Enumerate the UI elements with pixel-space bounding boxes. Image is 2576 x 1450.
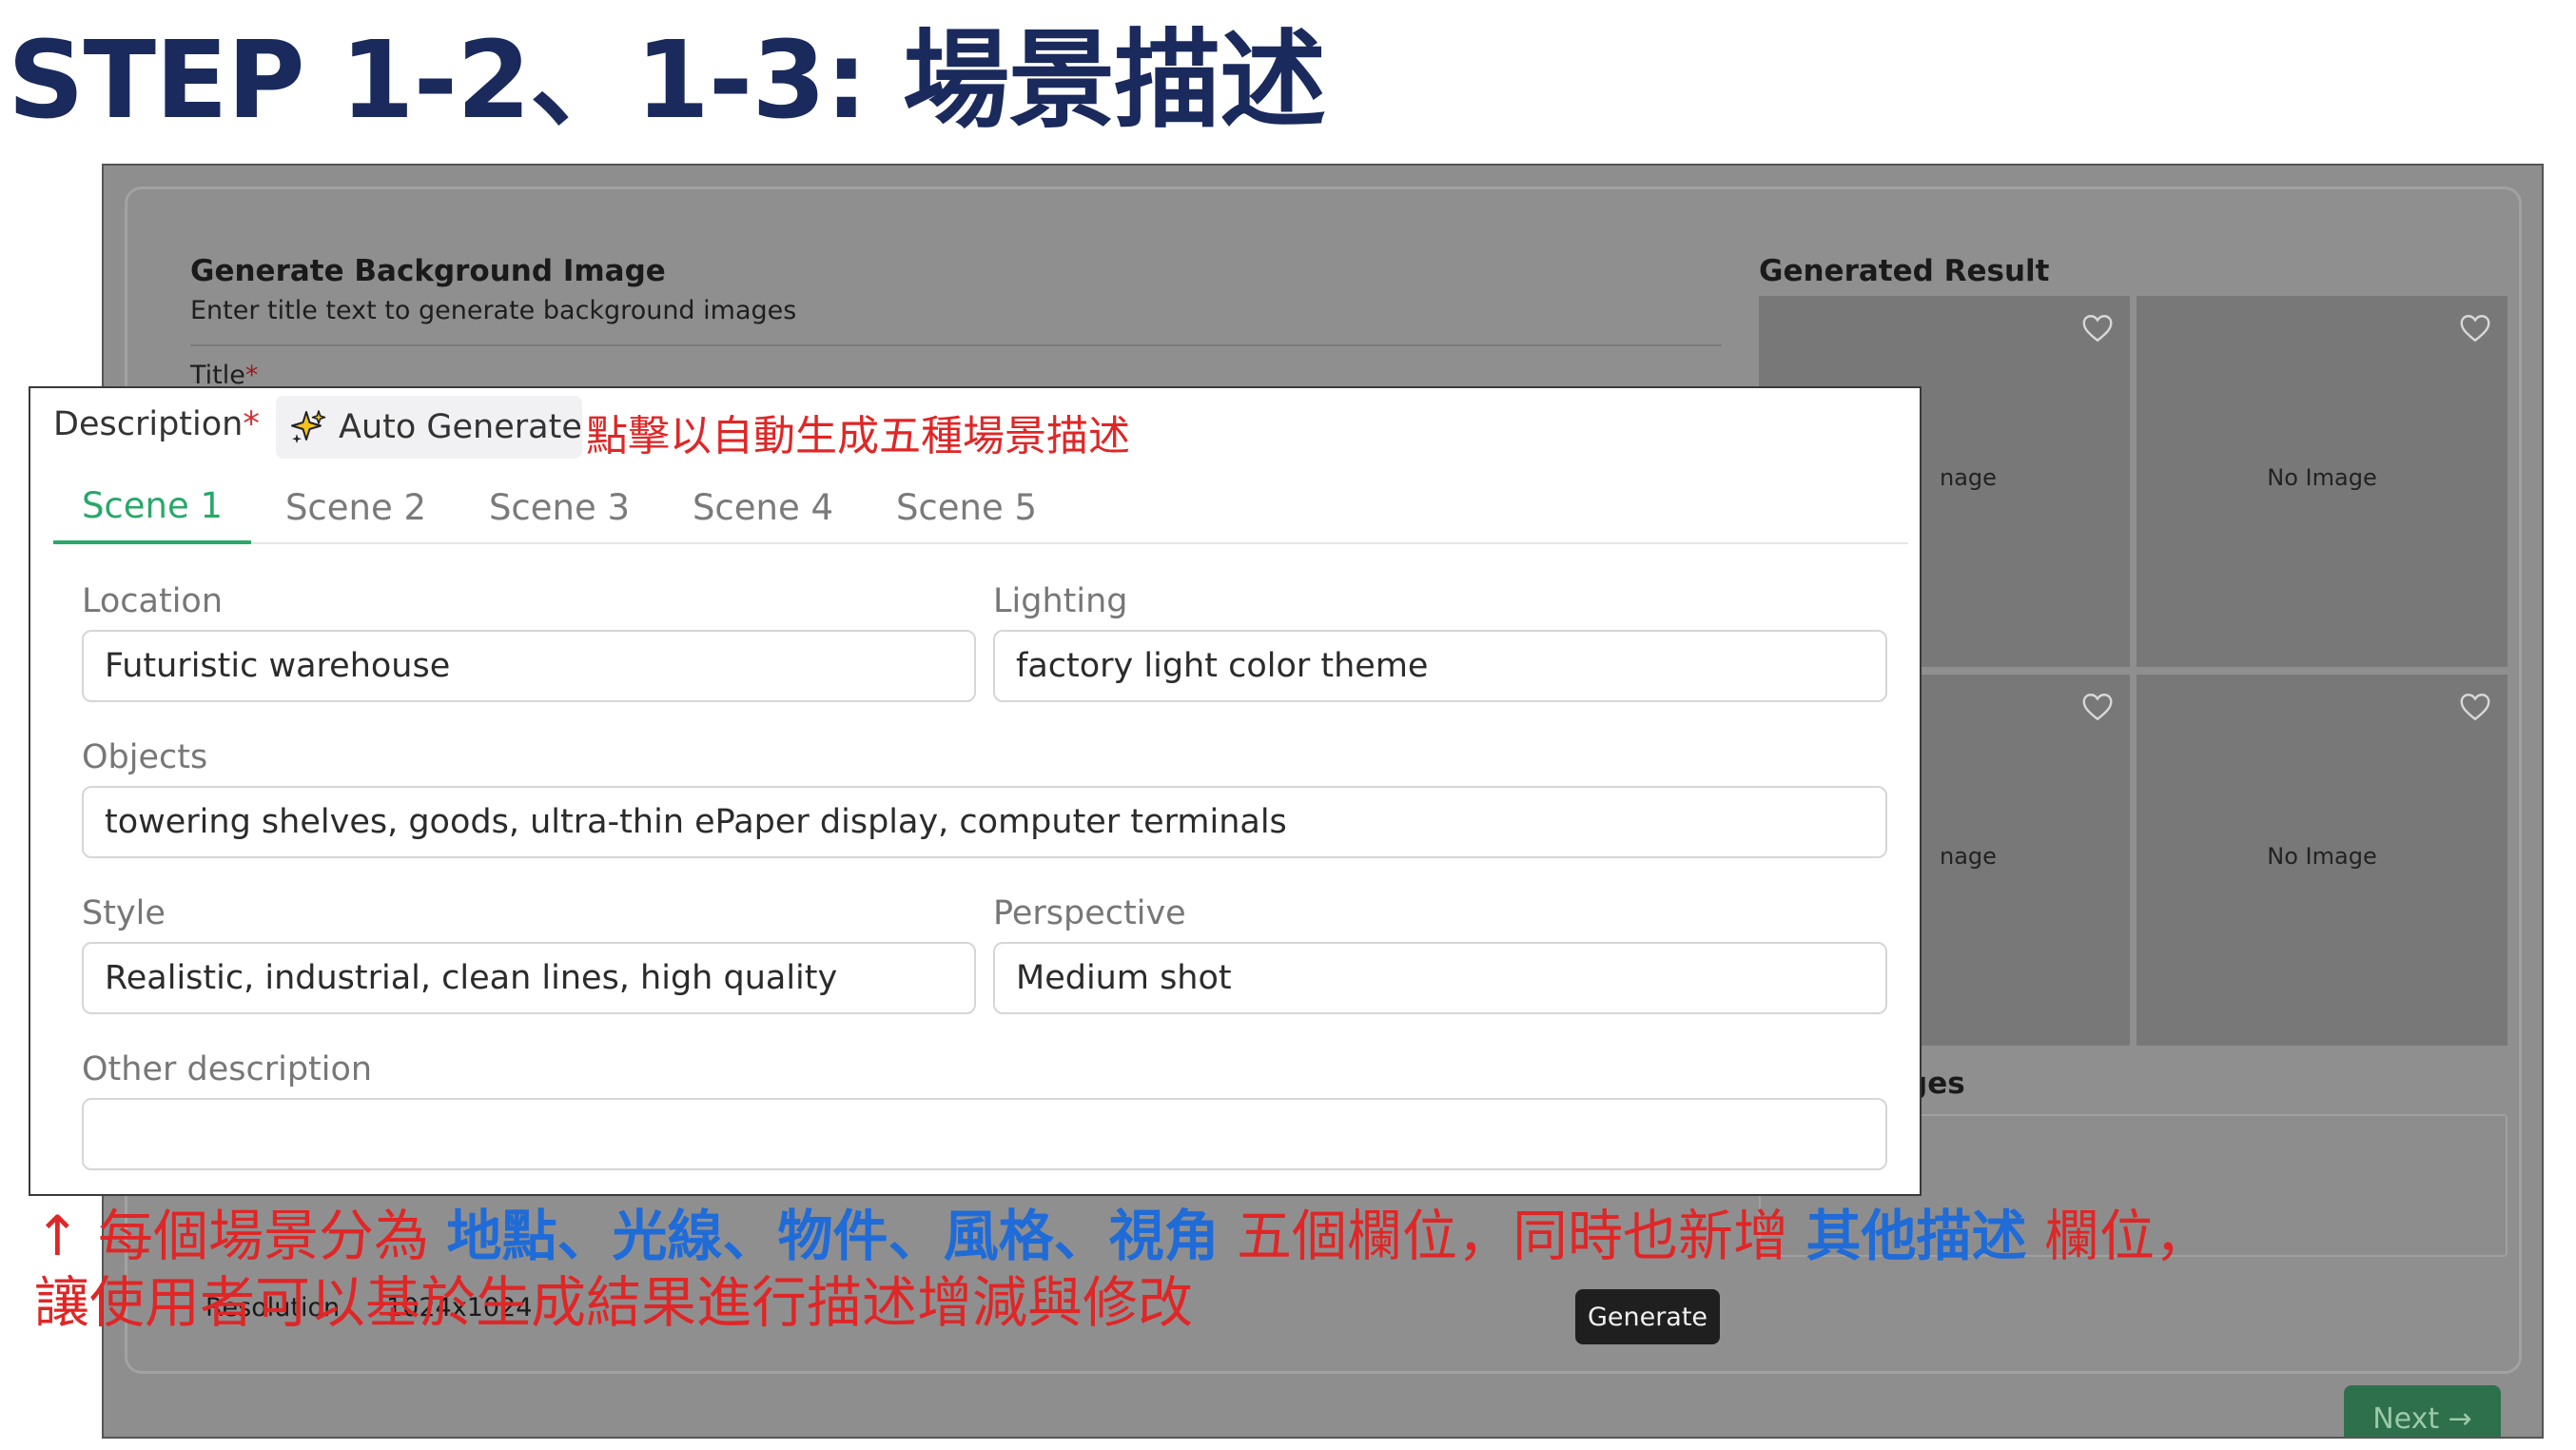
lighting-label: Lighting (993, 582, 1128, 620)
heart-icon[interactable] (2080, 690, 2115, 724)
perspective-label: Perspective (993, 894, 1186, 932)
perspective-input[interactable]: Medium shot (993, 942, 1887, 1014)
sparkle-icon (291, 410, 326, 443)
description-label: Description* (53, 405, 260, 443)
tab-scene-1[interactable]: Scene 1 (53, 470, 251, 544)
generated-result-heading: Generated Result (1759, 254, 2050, 288)
result-tile[interactable]: No Image (2137, 296, 2508, 667)
auto-generate-button[interactable]: Auto Generate (276, 396, 582, 459)
heart-icon[interactable] (2458, 311, 2492, 345)
objects-input[interactable]: towering shelves, goods, ultra-thin ePap… (82, 786, 1887, 858)
annotation-line-1: ↑ 每個場景分為 地點、光線、物件、風格、視角 五個欄位，同時也新增 其他描述 … (34, 1204, 2210, 1268)
next-button[interactable]: Next → (2344, 1385, 2501, 1437)
result-tile[interactable]: No Image (2137, 675, 2508, 1046)
heart-icon[interactable] (2458, 690, 2492, 724)
divider (190, 344, 1722, 346)
tab-scene-2[interactable]: Scene 2 (261, 470, 451, 544)
description-panel: Description* Auto Generate 點擊以自動生成五種場景描述… (29, 386, 1922, 1196)
location-label: Location (82, 582, 224, 620)
no-image-text: nage (1940, 464, 1997, 491)
no-image-text: No Image (2267, 843, 2377, 870)
slide-title: STEP 1-2、1-3: 場景描述 (8, 19, 1326, 143)
other-description-label: Other description (82, 1050, 373, 1088)
section-heading: Generate Background Image (190, 254, 666, 288)
tab-scene-4[interactable]: Scene 4 (668, 470, 858, 544)
lighting-input[interactable]: factory light color theme (993, 630, 1887, 702)
no-image-text: No Image (2267, 464, 2377, 491)
objects-label: Objects (82, 738, 208, 776)
scene-tabs: Scene 1 Scene 2 Scene 3 Scene 4 Scene 5 (53, 470, 1908, 544)
style-input[interactable]: Realistic, industrial, clean lines, high… (82, 942, 976, 1014)
other-description-input[interactable] (82, 1098, 1887, 1170)
auto-generate-label: Auto Generate (339, 408, 582, 446)
tab-scene-5[interactable]: Scene 5 (871, 470, 1062, 544)
style-label: Style (82, 894, 166, 932)
annotation-line-2: 讓使用者可以基於生成結果進行描述增減與修改 (34, 1270, 1194, 1335)
section-subtext: Enter title text to generate background … (190, 296, 797, 325)
annotation-auto-generate: 點擊以自動生成五種場景描述 (586, 412, 1130, 460)
required-mark: * (243, 405, 260, 443)
no-image-text: nage (1940, 843, 1997, 870)
location-input[interactable]: Futuristic warehouse (82, 630, 976, 702)
annotation-bottom: ↑ 每個場景分為 地點、光線、物件、風格、視角 五個欄位，同時也新增 其他描述 … (34, 1203, 2546, 1336)
heart-icon[interactable] (2080, 311, 2115, 345)
tab-scene-3[interactable]: Scene 3 (464, 470, 654, 544)
